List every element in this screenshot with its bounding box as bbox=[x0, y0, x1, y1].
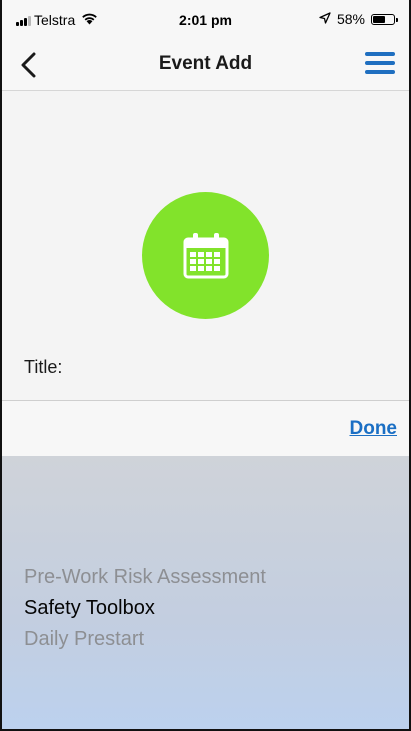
status-right: 58% bbox=[319, 11, 398, 27]
event-type-icon-circle bbox=[142, 192, 269, 319]
page-title: Event Add bbox=[158, 53, 253, 74]
battery-level bbox=[373, 15, 385, 23]
location-arrow-icon bbox=[319, 11, 331, 27]
menu-button[interactable] bbox=[365, 52, 395, 78]
picker-toolbar: Done bbox=[2, 400, 409, 457]
navigation-bar: Event Add bbox=[2, 40, 409, 91]
hamburger-menu-icon bbox=[365, 52, 395, 74]
battery-icon bbox=[371, 13, 398, 25]
battery-percent: 58% bbox=[336, 11, 365, 27]
title-field-label: Title: bbox=[24, 357, 63, 377]
calendar-icon bbox=[183, 232, 228, 278]
done-button[interactable]: Done bbox=[350, 418, 398, 440]
phone-screen: Telstra 2:01 pm 58% Event Add Title: Don… bbox=[0, 0, 411, 731]
event-form: Title: bbox=[2, 91, 409, 400]
event-type-picker[interactable]: Pre-Work Risk Assessment Safety Toolbox … bbox=[2, 456, 409, 729]
picker-option[interactable]: Pre-Work Risk Assessment bbox=[24, 566, 266, 589]
picker-option-selected[interactable]: Safety Toolbox bbox=[24, 597, 155, 620]
picker-option[interactable]: Daily Prestart bbox=[24, 628, 144, 651]
status-bar: Telstra 2:01 pm 58% bbox=[2, 0, 409, 40]
